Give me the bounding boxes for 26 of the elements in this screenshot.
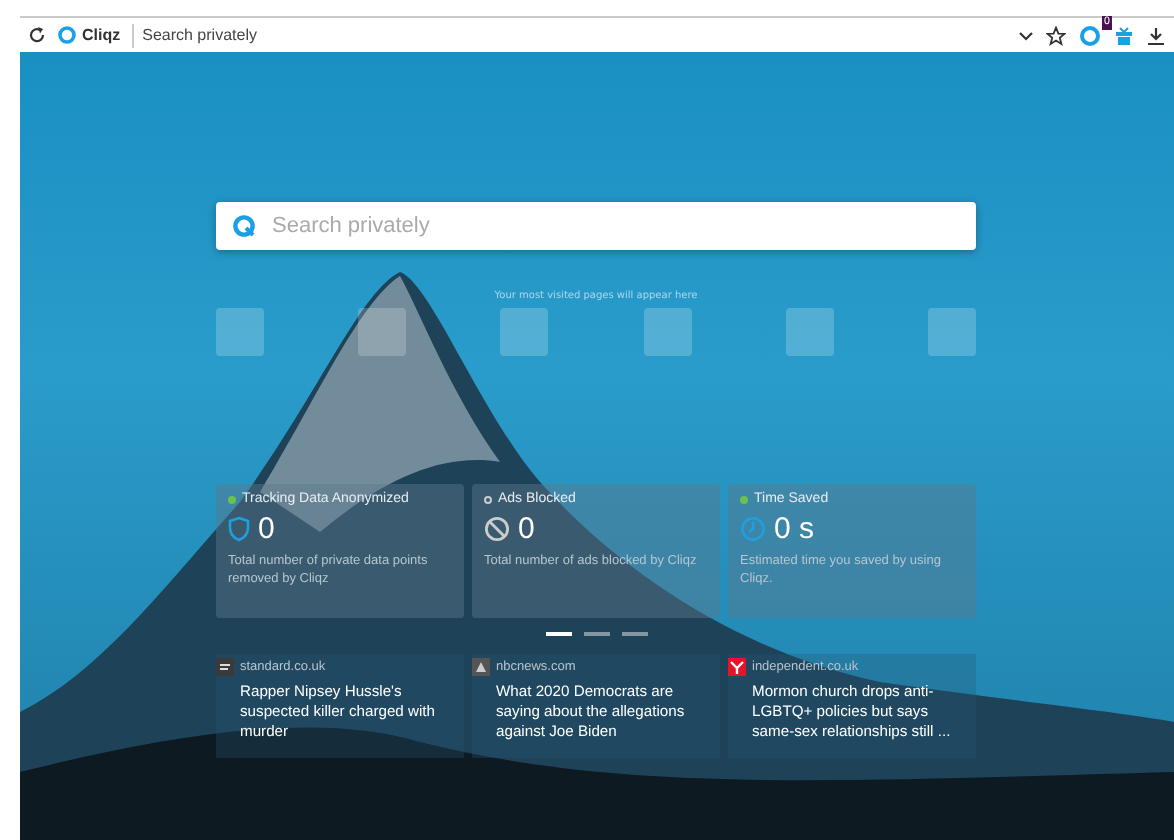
speed-dial-tile[interactable] [216, 308, 264, 356]
shield-icon [228, 516, 250, 542]
reload-icon[interactable] [28, 26, 46, 44]
speed-dial-tile[interactable] [643, 308, 692, 356]
site-favicon-icon [472, 658, 490, 676]
star-icon[interactable] [1046, 25, 1066, 45]
brand-name: Cliqz [82, 26, 121, 44]
download-icon[interactable] [1146, 25, 1166, 45]
stat-value: 0 s [774, 512, 815, 546]
stat-value: 0 [518, 512, 535, 546]
stat-value: 0 [258, 512, 275, 546]
cliqz-logo-icon [58, 26, 76, 44]
speed-dial-tile[interactable] [358, 308, 407, 356]
address-field[interactable]: Search privately [132, 23, 1006, 47]
chevron-down-icon[interactable] [1018, 27, 1034, 43]
speed-dial-tile[interactable] [500, 308, 549, 356]
gift-icon[interactable] [1114, 25, 1134, 45]
cliqz-logo-icon [232, 214, 256, 238]
blocked-icon [484, 516, 510, 542]
site-favicon-icon [216, 658, 234, 676]
speed-dial-tile[interactable] [785, 308, 834, 356]
clock-icon [740, 516, 766, 542]
pager-indicator[interactable] [545, 632, 571, 636]
speed-dial-tile[interactable] [927, 308, 976, 356]
extension-icon[interactable] [1078, 23, 1102, 47]
search-field[interactable]: Search privately [216, 202, 976, 250]
